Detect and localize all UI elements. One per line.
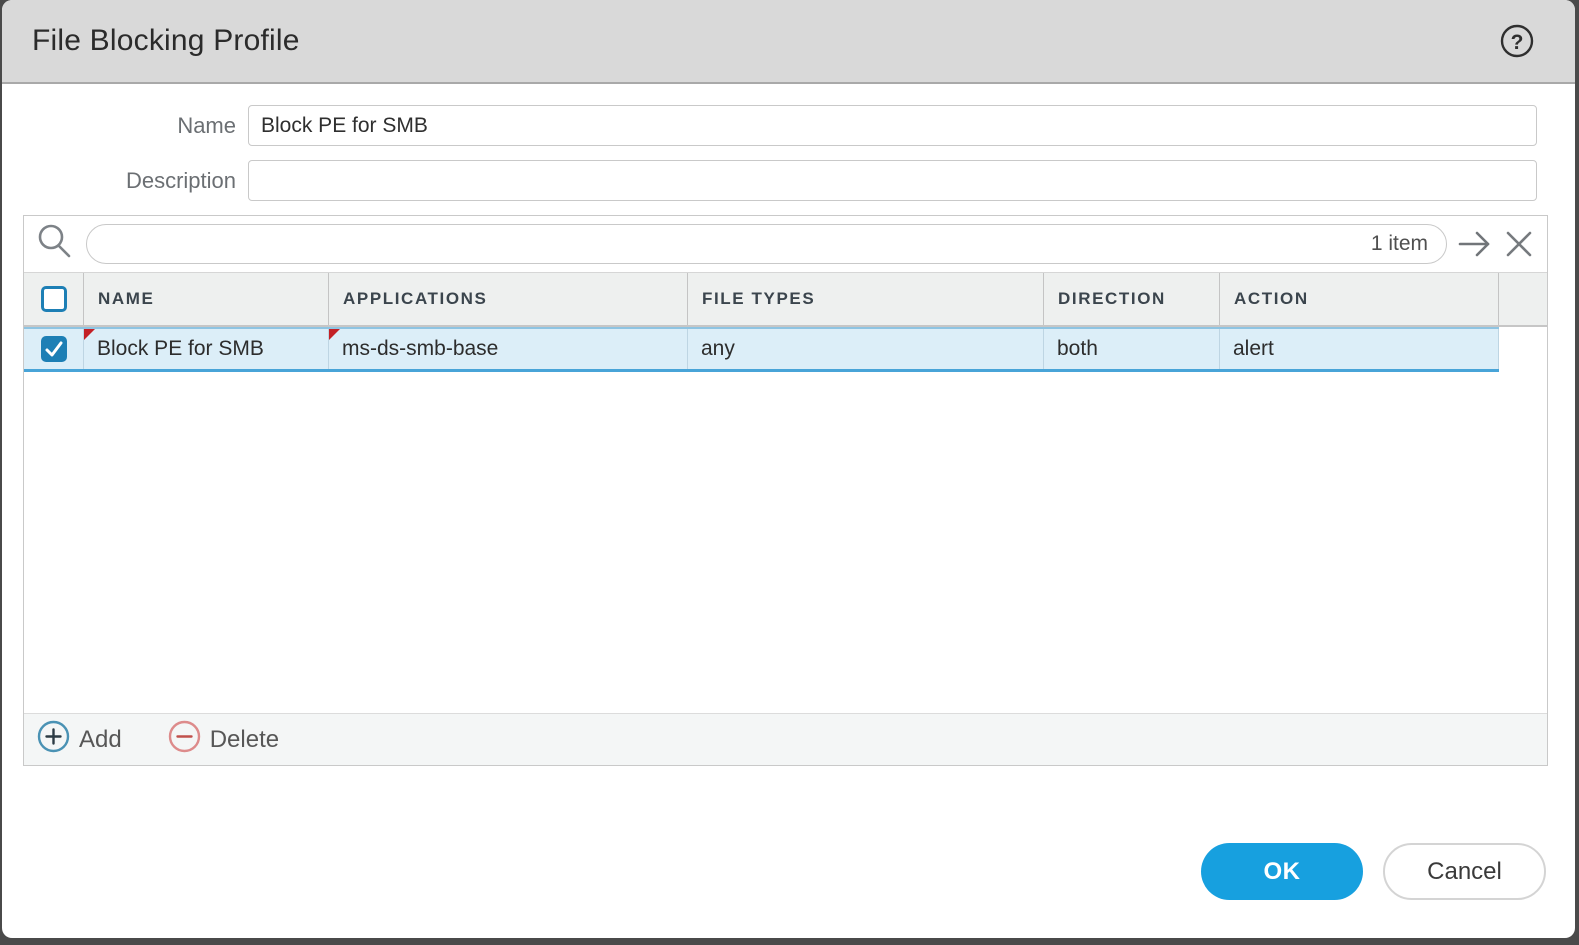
- cell-file-types-text: any: [701, 337, 735, 361]
- cell-name-text: Block PE for SMB: [97, 337, 264, 361]
- checkmark-icon: [44, 339, 64, 359]
- column-header-name[interactable]: NAME: [84, 273, 329, 325]
- filter-bar: 1 item: [24, 216, 1547, 272]
- cell-direction: both: [1044, 329, 1220, 369]
- description-row: Description: [2, 160, 1575, 201]
- column-header-direction[interactable]: DIRECTION: [1044, 273, 1220, 325]
- header-gutter: [1499, 273, 1547, 325]
- name-field[interactable]: [248, 105, 1537, 146]
- column-header-file-types[interactable]: FILE TYPES: [688, 273, 1044, 325]
- help-icon[interactable]: ?: [1499, 23, 1535, 59]
- cell-action: alert: [1220, 329, 1499, 369]
- svg-text:?: ?: [1511, 31, 1524, 54]
- profile-form: Name Description: [2, 84, 1575, 201]
- delete-button-label: Delete: [210, 726, 279, 754]
- description-label: Description: [2, 168, 248, 194]
- column-header-action[interactable]: ACTION: [1220, 273, 1499, 325]
- cell-direction-text: both: [1057, 337, 1098, 361]
- item-count: 1 item: [1371, 232, 1446, 256]
- row-checkbox-checked[interactable]: [41, 336, 67, 362]
- column-header-applications[interactable]: APPLICATIONS: [329, 273, 688, 325]
- apply-filter-arrow-icon[interactable]: [1457, 228, 1493, 260]
- table-header-row: NAME APPLICATIONS FILE TYPES DIRECTION A…: [24, 272, 1547, 327]
- dialog-titlebar: File Blocking Profile ?: [2, 0, 1575, 84]
- table-footer: Add Delete: [24, 713, 1547, 765]
- table-body: Block PE for SMB ms-ds-smb-base any both…: [24, 327, 1547, 713]
- modified-flag-icon: [84, 329, 95, 340]
- row-select-cell: [24, 329, 84, 369]
- delete-button[interactable]: Delete: [168, 720, 279, 760]
- cancel-button[interactable]: Cancel: [1383, 843, 1546, 900]
- cell-file-types: any: [688, 329, 1044, 369]
- select-all-checkbox[interactable]: [41, 286, 67, 312]
- ok-button[interactable]: OK: [1201, 843, 1363, 900]
- cell-applications: ms-ds-smb-base: [329, 329, 688, 369]
- cell-applications-text: ms-ds-smb-base: [342, 337, 498, 361]
- filter-pill: 1 item: [86, 224, 1447, 264]
- delete-icon: [168, 720, 201, 760]
- add-button[interactable]: Add: [37, 720, 122, 760]
- name-label: Name: [2, 113, 248, 139]
- cell-name: Block PE for SMB: [84, 329, 329, 369]
- add-icon: [37, 720, 70, 760]
- rules-table-panel: 1 item NAME APPLICATIONS FIL: [23, 215, 1548, 766]
- add-button-label: Add: [79, 726, 122, 754]
- clear-filter-close-icon[interactable]: [1503, 228, 1535, 260]
- dialog-title: File Blocking Profile: [32, 24, 300, 58]
- search-icon: [36, 222, 74, 267]
- name-row: Name: [2, 105, 1575, 146]
- description-field[interactable]: [248, 160, 1537, 201]
- select-all-cell: [24, 273, 84, 325]
- cell-action-text: alert: [1233, 337, 1274, 361]
- table-row[interactable]: Block PE for SMB ms-ds-smb-base any both…: [24, 327, 1499, 372]
- modified-flag-icon: [329, 329, 340, 340]
- file-blocking-profile-dialog: File Blocking Profile ? Name Description: [2, 0, 1575, 938]
- filter-input[interactable]: [87, 225, 1371, 263]
